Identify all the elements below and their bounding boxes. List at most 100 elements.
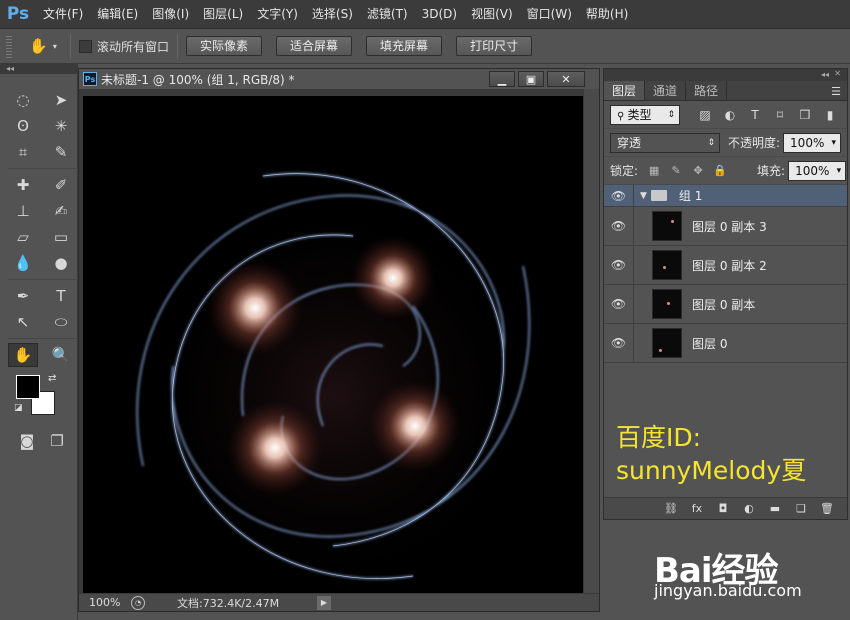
lock-transparent-icon[interactable]: ▦ [645, 162, 663, 180]
panel-topbar[interactable]: ◂◂ ✕ [604, 69, 847, 81]
layer-group-row[interactable]: 👁 ▼ 组 1 [604, 185, 847, 207]
link-layers-icon[interactable]: ⛓ [663, 501, 679, 517]
filter-adjustment-icon[interactable]: ◐ [721, 106, 739, 124]
magic-wand-tool-icon[interactable]: ✳ [46, 114, 76, 138]
layer-row[interactable]: 👁 图层 0 副本 [604, 285, 847, 324]
opacity-label: 不透明度: [728, 136, 781, 150]
panel-close-icon[interactable]: ✕ [834, 69, 841, 78]
gradient-tool-icon[interactable]: ▭ [46, 225, 76, 249]
blend-mode-select[interactable]: 穿透 ⇕ [610, 132, 720, 153]
print-size-button[interactable]: 打印尺寸 [456, 36, 533, 56]
panel-collapse-icon[interactable]: ◂◂ [821, 70, 829, 79]
default-colors-icon[interactable]: ◪ [14, 403, 23, 413]
layers-panel: ◂◂ ✕ 图层 通道 路径 ☰ ⚲ 类型 ⇕ ▨ ◐ T ⌑ ❒ ▮ 穿透 ⇕ … [603, 68, 848, 520]
healing-brush-tool-icon[interactable]: ✚ [8, 173, 38, 197]
status-info-icon[interactable]: ◔ [131, 595, 145, 610]
lasso-tool-icon[interactable]: ʘ [8, 114, 38, 138]
visibility-eye-icon[interactable]: 👁 [604, 285, 634, 323]
new-group-icon[interactable]: ▬ [767, 501, 783, 517]
path-selection-tool-icon[interactable]: ↖ [8, 310, 38, 334]
chevron-updown-icon: ⇕ [707, 137, 715, 148]
document-titlebar[interactable]: Ps 未标题-1 @ 100% (组 1, RGB/8) * ▁ ▣ ✕ [79, 69, 599, 89]
lock-all-icon[interactable]: 🔒 [711, 162, 729, 180]
layer-row[interactable]: 👁 图层 0 [604, 324, 847, 363]
hand-tool-icon[interactable]: ✋ [8, 343, 38, 367]
tab-layers[interactable]: 图层 [604, 81, 646, 100]
menu-3d[interactable]: 3D(D) [415, 0, 464, 28]
zoom-tool-icon[interactable]: 🔍 [46, 343, 76, 367]
fill-screen-button[interactable]: 填充屏幕 [366, 36, 443, 56]
fit-screen-button[interactable]: 适合屏幕 [276, 36, 353, 56]
tab-paths[interactable]: 路径 [686, 81, 728, 100]
spiral-light-artwork [83, 96, 583, 606]
lock-row: 锁定: ▦ ✎ ✥ 🔒 填充: 100% ▾ [604, 157, 847, 185]
panel-menu-icon[interactable]: ☰ [831, 85, 841, 98]
menu-file[interactable]: 文件(F) [36, 0, 90, 28]
lock-position-icon[interactable]: ✥ [689, 162, 707, 180]
visibility-eye-icon[interactable]: 👁 [604, 324, 634, 362]
menu-window[interactable]: 窗口(W) [520, 0, 579, 28]
delete-layer-icon[interactable]: 🗑 [819, 501, 835, 517]
vertical-scrollbar[interactable] [584, 89, 599, 598]
foreground-color-swatch[interactable] [16, 375, 40, 399]
eyedropper-tool-icon[interactable]: ✎ [46, 140, 76, 164]
filter-shape-icon[interactable]: ⌑ [771, 106, 789, 124]
menu-select[interactable]: 选择(S) [305, 0, 360, 28]
menu-layer[interactable]: 图层(L) [196, 0, 250, 28]
zoom-level-field[interactable]: 100% [79, 596, 131, 609]
visibility-eye-icon[interactable]: 👁 [604, 246, 634, 284]
close-button[interactable]: ✕ [547, 71, 585, 87]
hand-tool-preset-icon[interactable]: ✋ ▾ [24, 33, 62, 59]
maximize-button[interactable]: ▣ [518, 71, 544, 87]
filter-toggle-icon[interactable]: ▮ [821, 106, 839, 124]
dodge-tool-icon[interactable]: ● [46, 251, 76, 275]
chevron-down-icon: ▾ [836, 165, 842, 176]
layer-row[interactable]: 👁 图层 0 副本 3 [604, 207, 847, 246]
layer-row[interactable]: 👁 图层 0 副本 2 [604, 246, 847, 285]
menu-filter[interactable]: 滤镜(T) [360, 0, 415, 28]
minimize-button[interactable]: ▁ [489, 71, 515, 87]
new-layer-icon[interactable]: ❏ [793, 501, 809, 517]
layer-style-icon[interactable]: fx [689, 501, 705, 517]
add-mask-icon[interactable]: ◘ [715, 501, 731, 517]
toolbox-collapse-icon[interactable]: ◂◂ [0, 64, 77, 74]
brush-tool-icon[interactable]: ✐ [46, 173, 76, 197]
menu-type[interactable]: 文字(Y) [250, 0, 305, 28]
move-tool-icon[interactable]: ➤ [46, 88, 76, 112]
ellipse-tool-icon[interactable]: ⬭ [46, 310, 76, 334]
menu-edit[interactable]: 编辑(E) [90, 0, 145, 28]
opacity-field[interactable]: 100% ▾ [783, 132, 842, 153]
blur-tool-icon[interactable]: 💧 [8, 251, 38, 275]
visibility-eye-icon[interactable]: 👁 [604, 207, 634, 245]
screen-mode-icon[interactable]: ❐ [42, 429, 72, 453]
lock-label: 锁定: [610, 164, 639, 178]
lock-image-icon[interactable]: ✎ [667, 162, 685, 180]
crop-tool-icon[interactable]: ⌗ [8, 140, 38, 164]
visibility-eye-icon[interactable]: 👁 [604, 185, 634, 206]
quick-mask-icon[interactable]: ◙ [12, 429, 42, 453]
filter-pixel-icon[interactable]: ▨ [696, 106, 714, 124]
history-brush-tool-icon[interactable]: ✍ [46, 199, 76, 223]
marquee-tool-icon[interactable]: ◌ [8, 88, 38, 112]
clone-stamp-tool-icon[interactable]: ⊥ [8, 199, 38, 223]
type-tool-icon[interactable]: T [46, 284, 76, 308]
fill-field[interactable]: 100% ▾ [788, 160, 847, 181]
options-grip[interactable] [6, 34, 12, 58]
filter-kind-select[interactable]: ⚲ 类型 ⇕ [610, 104, 680, 125]
eraser-tool-icon[interactable]: ▱ [8, 225, 38, 249]
canvas[interactable] [83, 96, 583, 606]
actual-pixels-button[interactable]: 实际像素 [186, 36, 263, 56]
filter-type-icon[interactable]: T [746, 106, 764, 124]
scroll-all-windows-checkbox[interactable] [79, 39, 92, 53]
menu-image[interactable]: 图像(I) [145, 0, 196, 28]
menu-help[interactable]: 帮助(H) [579, 0, 635, 28]
filter-smart-object-icon[interactable]: ❒ [796, 106, 814, 124]
layer-thumbnail [652, 250, 682, 280]
pen-tool-icon[interactable]: ✒ [8, 284, 38, 308]
swap-colors-icon[interactable]: ⇄ [48, 373, 56, 384]
status-menu-arrow-icon[interactable]: ▶ [317, 595, 331, 610]
group-expand-icon[interactable]: ▼ [640, 191, 647, 201]
tab-channels[interactable]: 通道 [645, 81, 687, 100]
menu-view[interactable]: 视图(V) [464, 0, 520, 28]
adjustment-layer-icon[interactable]: ◐ [741, 501, 757, 517]
